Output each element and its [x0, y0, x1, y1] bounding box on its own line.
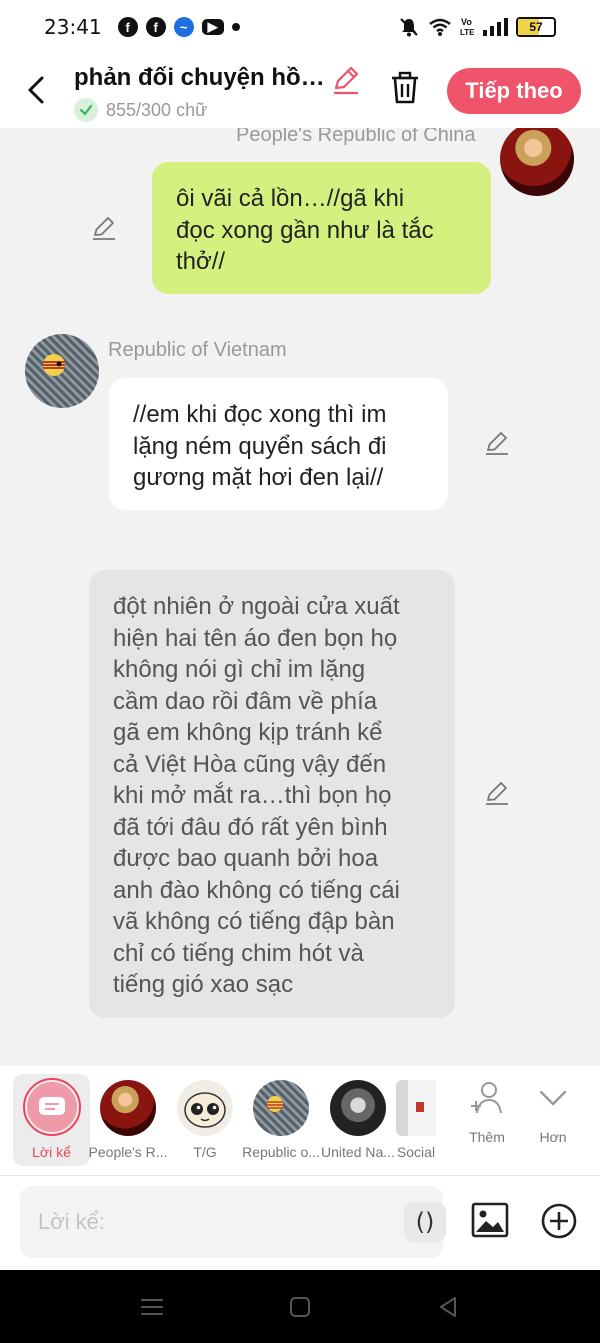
message-input[interactable] — [38, 1204, 378, 1240]
add-character-button[interactable]: Thêm — [460, 1078, 514, 1145]
character-label: Republic o... — [242, 1144, 320, 1160]
trash-icon[interactable] — [388, 70, 422, 106]
character-prc[interactable]: People's R... — [88, 1074, 168, 1160]
word-count-row: 855/300 chữ — [74, 98, 207, 122]
facebook-icon: f — [117, 17, 138, 37]
character-social[interactable]: Social — [396, 1074, 436, 1160]
navigation-bar — [0, 1270, 600, 1343]
signal-icon — [483, 18, 508, 36]
volte-icon: VoLTE — [460, 17, 474, 37]
edit-title-pencil-icon[interactable] — [330, 64, 362, 96]
character-tg[interactable]: T/G — [172, 1074, 238, 1160]
incoming-message-bubble[interactable]: //em khi đọc xong thì im lặng ném quyển … — [109, 378, 448, 510]
add-circle-icon[interactable] — [540, 1202, 578, 1240]
messenger-icon: ~ — [173, 17, 194, 37]
character-label: Lời kể — [32, 1144, 71, 1160]
facebook-icon: f — [145, 17, 166, 37]
character-label: T/G — [193, 1144, 217, 1160]
narration-bubble[interactable]: đột nhiên ở ngoài cửa xuất hiện hai tên … — [89, 570, 455, 1018]
story-title[interactable]: phản đối chuyện hồ… — [74, 64, 330, 92]
home-icon[interactable] — [285, 1292, 315, 1322]
status-time: 23:41 — [44, 15, 102, 39]
character-rvn[interactable]: Republic o... — [240, 1074, 322, 1160]
narrator-ring — [22, 1078, 81, 1136]
header: phản đối chuyện hồ… 855/300 chữ Tiếp the… — [0, 54, 600, 128]
more-label: Hơn — [539, 1129, 567, 1145]
character-label: People's R... — [88, 1144, 168, 1160]
input-box: () — [20, 1186, 446, 1258]
outgoing-message-bubble[interactable]: ôi vãi cả lồn…//gã khi đọc xong gần như … — [152, 162, 491, 294]
character-selector: Lời kể People's R... T/G Republic o... U… — [0, 1066, 600, 1176]
un-avatar — [330, 1080, 386, 1136]
word-count: 855/300 chữ — [106, 99, 208, 120]
more-button[interactable]: Hơn — [530, 1078, 576, 1145]
menu-icon[interactable] — [137, 1292, 167, 1322]
input-row: () — [0, 1176, 600, 1270]
chevron-down-icon — [539, 1090, 567, 1106]
prc-avatar[interactable] — [500, 128, 574, 196]
tg-avatar — [177, 1080, 233, 1136]
parentheses-button[interactable]: () — [404, 1202, 446, 1242]
wifi-icon — [429, 18, 451, 36]
youtube-icon: ▶ — [201, 19, 224, 35]
character-label: United Na... — [321, 1144, 395, 1160]
add-person-icon — [471, 1082, 502, 1114]
next-button[interactable]: Tiếp theo — [447, 68, 581, 114]
status-indicators: Vo LTE 57 — [398, 16, 556, 38]
edit-pencil-icon[interactable] — [483, 779, 511, 807]
social-avatar — [396, 1080, 436, 1136]
character-label: Social — [396, 1144, 436, 1160]
character-narrator[interactable]: Lời kể — [13, 1074, 90, 1166]
svg-text:Vo: Vo — [461, 17, 472, 27]
status-bar: 23:41 f f ~ ▶ Vo LTE 57 — [0, 0, 600, 54]
speaker-name: Republic of Vietnam — [108, 339, 287, 361]
check-circle-icon — [74, 98, 98, 122]
status-app-icons: f f ~ ▶ — [117, 17, 240, 37]
edit-pencil-icon[interactable] — [90, 214, 118, 242]
narrator-icon — [26, 1082, 77, 1132]
bell-muted-icon — [400, 18, 418, 37]
back-triangle-icon[interactable] — [433, 1292, 463, 1322]
notification-dot-icon — [231, 23, 240, 31]
battery-level: 57 — [529, 20, 543, 34]
chat-area[interactable]: People's Republic of China ôi vãi cả lồn… — [0, 128, 600, 1066]
rvn-avatar — [253, 1080, 309, 1136]
prc-avatar — [100, 1080, 156, 1136]
svg-text:LTE: LTE — [460, 28, 474, 37]
edit-pencil-icon[interactable] — [483, 429, 511, 457]
back-arrow-icon[interactable] — [22, 72, 52, 108]
image-icon[interactable] — [470, 1200, 510, 1240]
character-un[interactable]: United Na... — [318, 1074, 398, 1160]
speaker-name: People's Republic of China — [236, 128, 476, 146]
add-label: Thêm — [469, 1129, 505, 1145]
battery-icon: 57 — [516, 17, 556, 37]
rvn-avatar[interactable] — [25, 334, 99, 408]
